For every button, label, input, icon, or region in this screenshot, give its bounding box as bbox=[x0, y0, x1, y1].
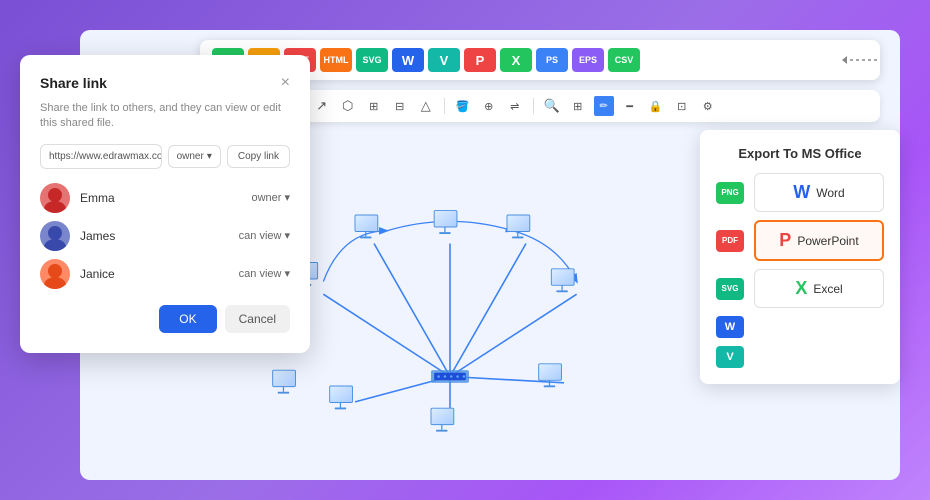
link-row: https://www.edrawmax.com/online/fil... o… bbox=[40, 144, 290, 169]
fill-tool[interactable]: 🪣 bbox=[453, 96, 473, 116]
zoom-tool[interactable]: 🔍 bbox=[542, 96, 562, 116]
powerpoint-icon: P bbox=[779, 230, 791, 251]
diagram-area bbox=[260, 160, 640, 460]
cancel-button[interactable]: Cancel bbox=[225, 305, 290, 333]
image-tool[interactable]: ⊞ bbox=[568, 96, 588, 116]
format-word[interactable]: W bbox=[392, 48, 424, 72]
export-png-icon: PNG bbox=[716, 182, 744, 204]
export-row-extra: W bbox=[716, 316, 884, 338]
crop-tool[interactable]: ⊡ bbox=[672, 96, 692, 116]
chevron-down-icon: ▾ bbox=[284, 229, 290, 242]
dialog-description: Share the link to others, and they can v… bbox=[40, 101, 290, 132]
close-button[interactable]: × bbox=[281, 75, 290, 91]
arrow-tool[interactable]: ↗ bbox=[312, 96, 332, 116]
user-name-emma: Emma bbox=[80, 191, 242, 205]
dialog-actions: OK Cancel bbox=[40, 305, 290, 333]
export-row-word: PNG W Word bbox=[716, 173, 884, 212]
user-name-janice: Janice bbox=[80, 267, 229, 281]
lock-tool[interactable]: 🔒 bbox=[646, 96, 666, 116]
ok-button[interactable]: OK bbox=[159, 305, 216, 333]
toolbar-divider-3 bbox=[533, 98, 534, 114]
excel-label: Excel bbox=[813, 282, 842, 296]
export-excel-option[interactable]: X Excel bbox=[754, 269, 884, 308]
chevron-down-icon: ▾ bbox=[207, 151, 212, 162]
powerpoint-label: PowerPoint bbox=[797, 234, 858, 248]
format-excel[interactable]: X bbox=[500, 48, 532, 72]
flow-tool[interactable]: ⇌ bbox=[505, 96, 525, 116]
format-visio[interactable]: V bbox=[428, 48, 460, 72]
pencil-tool[interactable]: ✏ bbox=[594, 96, 614, 116]
format-ps[interactable]: PS bbox=[536, 48, 568, 72]
dialog-header: Share link × bbox=[40, 75, 290, 91]
user-row-janice: Janice can view ▾ bbox=[40, 259, 290, 289]
toolbar-divider-2 bbox=[444, 98, 445, 114]
word-icon: W bbox=[793, 182, 810, 203]
user-role-janice[interactable]: can view ▾ bbox=[239, 267, 290, 280]
word-label: Word bbox=[816, 186, 844, 200]
excel-icon: X bbox=[795, 278, 807, 299]
export-powerpoint-option[interactable]: P PowerPoint bbox=[754, 220, 884, 261]
avatar-janice bbox=[40, 259, 70, 289]
export-row-extra2: V bbox=[716, 346, 884, 368]
export-panel: Export To MS Office PNG W Word PDF P Pow… bbox=[700, 130, 900, 384]
export-pdf-icon: PDF bbox=[716, 230, 744, 252]
chevron-down-icon: ▾ bbox=[284, 267, 290, 280]
export-row-powerpoint: PDF P PowerPoint bbox=[716, 220, 884, 261]
user-role-james[interactable]: can view ▾ bbox=[239, 229, 290, 242]
avatar-james bbox=[40, 221, 70, 251]
resize-tool[interactable]: ⊟ bbox=[390, 96, 410, 116]
connect-tool[interactable]: ⊕ bbox=[479, 96, 499, 116]
table-tool[interactable]: ⊞ bbox=[364, 96, 384, 116]
arrow-indicator bbox=[842, 48, 882, 72]
format-svg[interactable]: SVG bbox=[356, 48, 388, 72]
format-html[interactable]: HTML bbox=[320, 48, 352, 72]
export-word-option[interactable]: W Word bbox=[754, 173, 884, 212]
user-list: Emma owner ▾ James can view ▾ Janice bbox=[40, 183, 290, 289]
copy-link-button[interactable]: Copy link bbox=[227, 145, 290, 168]
export-visio-small-icon: V bbox=[716, 346, 744, 368]
user-row-emma: Emma owner ▾ bbox=[40, 183, 290, 213]
export-word-small-icon: W bbox=[716, 316, 744, 338]
chevron-down-icon: ▾ bbox=[284, 191, 290, 204]
user-name-james: James bbox=[80, 229, 229, 243]
export-svg-icon: SVG bbox=[716, 278, 744, 300]
role-label: owner bbox=[177, 151, 204, 162]
share-dialog: Share link × Share the link to others, a… bbox=[20, 55, 310, 353]
user-row-james: James can view ▾ bbox=[40, 221, 290, 251]
avatar-emma bbox=[40, 183, 70, 213]
triangle-tool[interactable]: △ bbox=[416, 96, 436, 116]
format-eps[interactable]: EPS bbox=[572, 48, 604, 72]
link-input[interactable]: https://www.edrawmax.com/online/fil... bbox=[40, 144, 162, 169]
user-role-emma[interactable]: owner ▾ bbox=[252, 191, 291, 204]
line-tool[interactable]: ━ bbox=[620, 96, 640, 116]
export-row-excel: SVG X Excel bbox=[716, 269, 884, 308]
format-csv[interactable]: CSV bbox=[608, 48, 640, 72]
more-tool[interactable]: ⚙ bbox=[698, 96, 718, 116]
shape-tool[interactable]: ⬡ bbox=[338, 96, 358, 116]
export-options-list: PNG W Word PDF P PowerPoint SVG X Excel … bbox=[716, 173, 884, 368]
role-selector[interactable]: owner ▾ bbox=[168, 145, 221, 168]
format-powerpoint[interactable]: P bbox=[464, 48, 496, 72]
export-panel-title: Export To MS Office bbox=[716, 146, 884, 161]
dialog-title: Share link bbox=[40, 75, 107, 91]
